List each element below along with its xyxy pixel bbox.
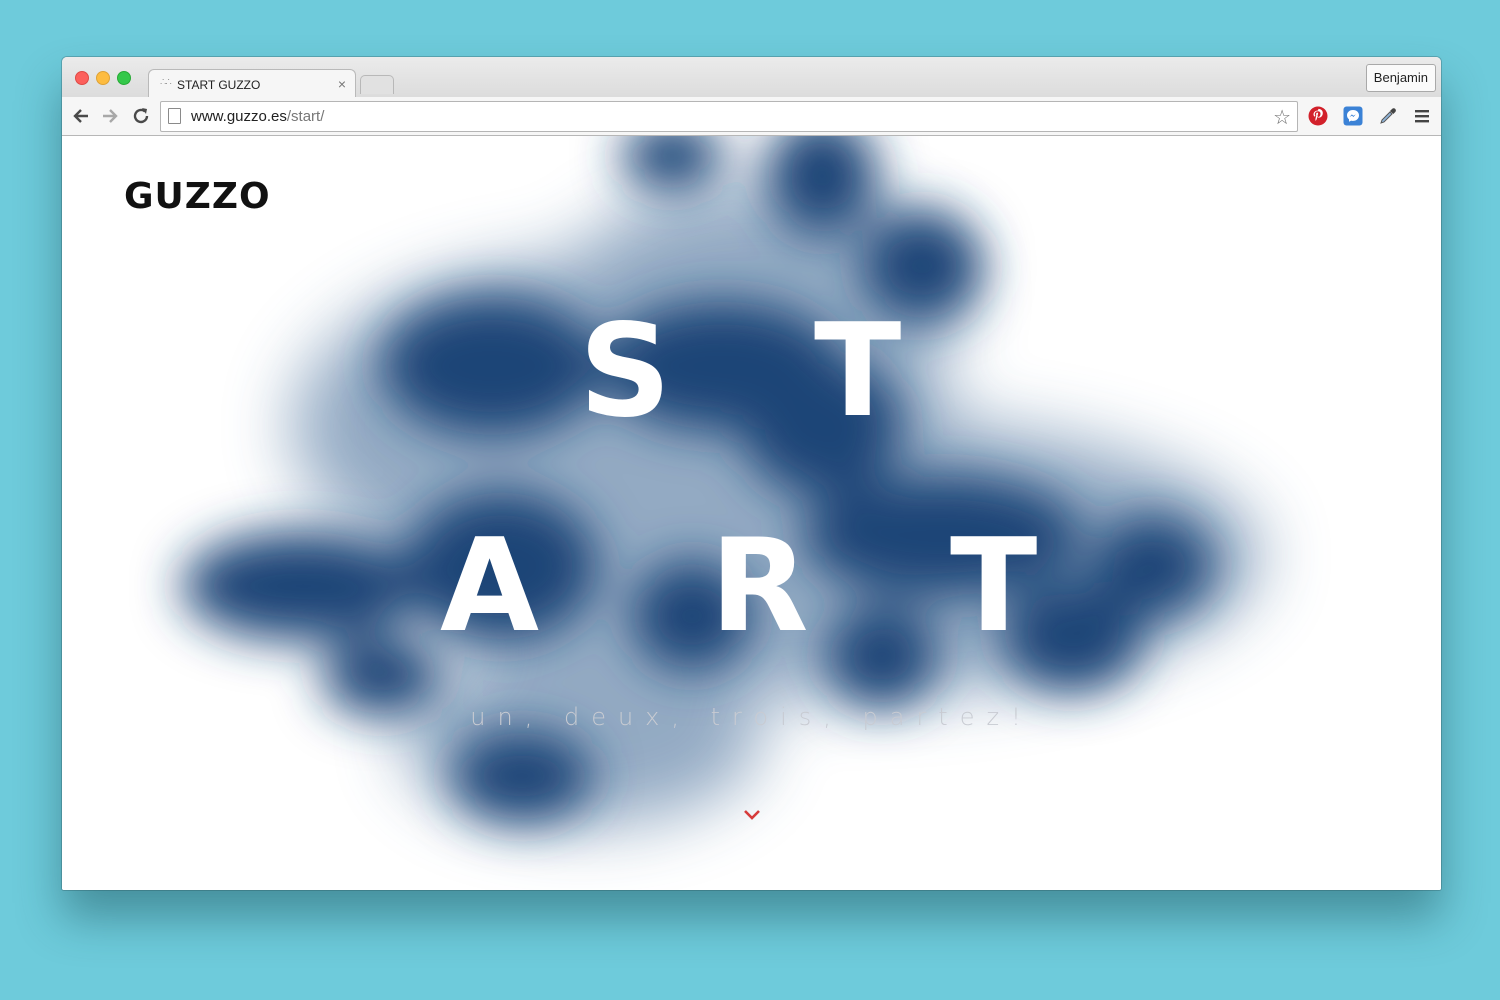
url-path: /start/ (286, 108, 325, 125)
eyedropper-icon[interactable] (1378, 106, 1398, 126)
scroll-down-chevron-icon[interactable] (741, 808, 763, 822)
favicon-icon: ∴∴ (160, 77, 171, 88)
window-close-button[interactable] (75, 71, 89, 85)
back-arrow-icon[interactable] (70, 105, 92, 127)
url-text: www.guzzo.es/start/ (191, 108, 324, 125)
profile-button[interactable]: Benjamin (1365, 64, 1436, 92)
browser-tab[interactable]: ∴∴ START GUZZO × (148, 69, 356, 99)
hero-letter-t1: T (814, 297, 902, 446)
hero-letter-r: R (710, 512, 809, 661)
reload-icon[interactable] (130, 105, 152, 127)
menu-icon[interactable] (1412, 106, 1432, 126)
messenger-icon[interactable] (1343, 106, 1363, 126)
hero-letter-t2: T (950, 512, 1038, 661)
page-icon (168, 108, 181, 124)
browser-toolbar: www.guzzo.es/start/ ☆ (62, 97, 1441, 136)
pinterest-icon[interactable] (1308, 106, 1328, 126)
forward-arrow-icon[interactable] (99, 105, 121, 127)
bookmark-star-icon[interactable]: ☆ (1273, 105, 1291, 130)
window-maximize-button[interactable] (117, 71, 131, 85)
tab-title: START GUZZO (177, 78, 261, 92)
hero-letter-a: A (440, 512, 540, 661)
address-bar[interactable]: www.guzzo.es/start/ ☆ (160, 101, 1298, 132)
tagline: un, deux, trois, partez! (470, 703, 1033, 731)
url-domain: www.guzzo.es (191, 108, 287, 125)
browser-window: ∴∴ START GUZZO × Benjamin www.guzzo.es/s… (62, 57, 1441, 890)
page-content: GUZZO S T A R T un, deux, trois, partez! (62, 136, 1441, 890)
title-bar: ∴∴ START GUZZO × Benjamin (62, 57, 1441, 99)
guzzo-logo[interactable]: GUZZO (124, 176, 271, 217)
tab-close-icon[interactable]: × (338, 76, 346, 92)
window-minimize-button[interactable] (96, 71, 110, 85)
hero-letter-s: S (579, 297, 672, 446)
new-tab-button[interactable] (360, 75, 394, 94)
